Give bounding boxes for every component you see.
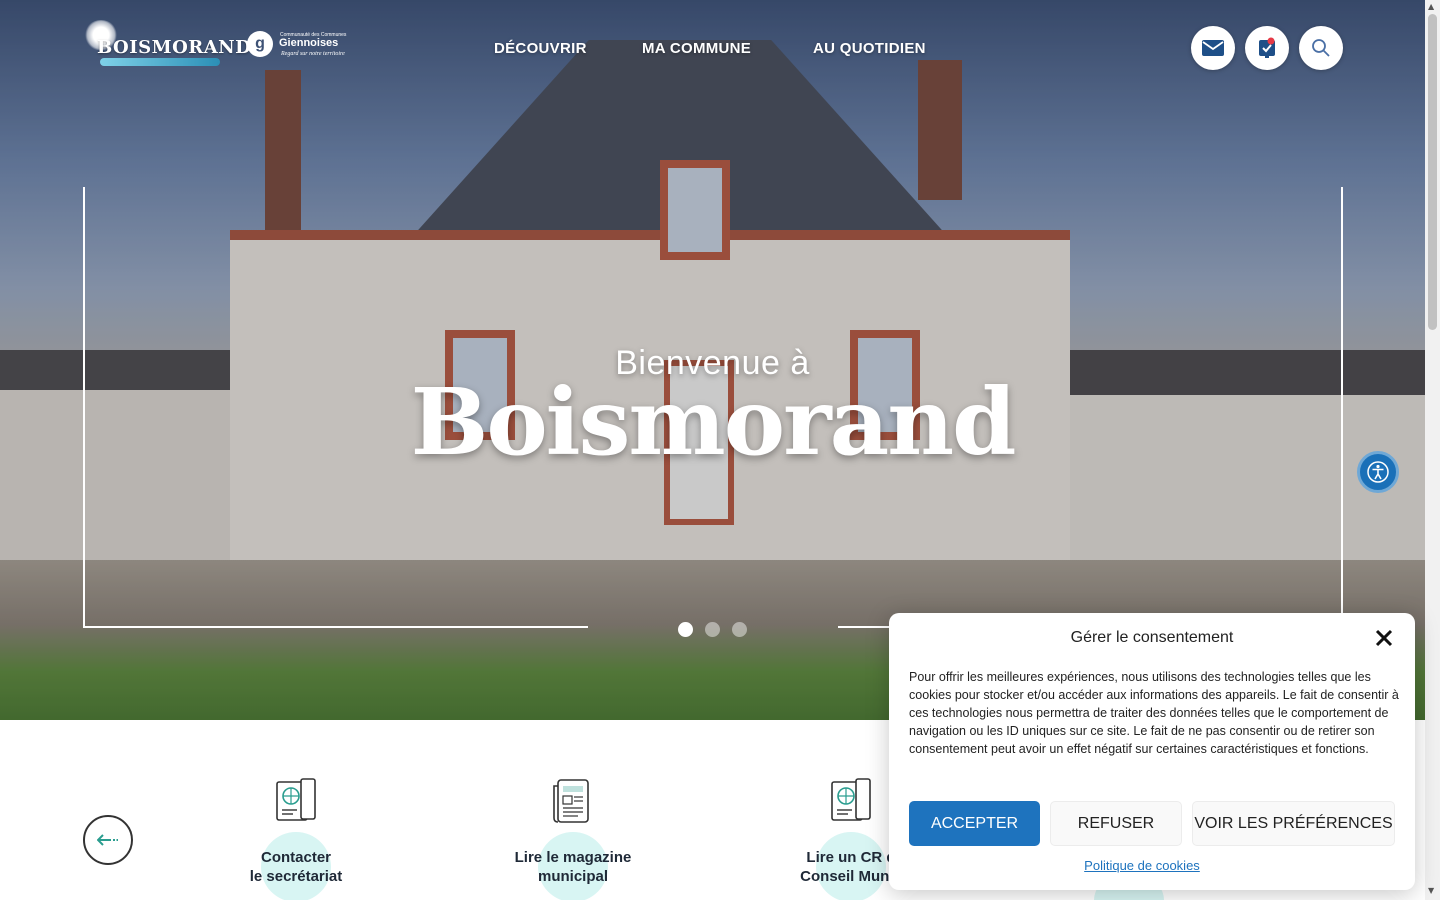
nav-decouvrir[interactable]: DÉCOUVRIR <box>494 40 587 57</box>
quick-link-label: Lire le magazine <box>514 849 632 866</box>
accessibility-button[interactable] <box>1357 451 1399 493</box>
nav-ma-commune[interactable]: MA COMMUNE <box>642 40 751 57</box>
logo-wave <box>100 58 220 66</box>
accept-button[interactable]: ACCEPTER <box>909 801 1040 846</box>
close-icon[interactable] <box>1373 627 1395 649</box>
arrow-left-icon <box>97 834 118 846</box>
refuse-button[interactable]: REFUSER <box>1050 801 1182 846</box>
slider-dot-active[interactable] <box>678 622 693 637</box>
quick-link-contact[interactable]: Contacter le secrétariat <box>196 778 396 900</box>
search-button[interactable] <box>1299 26 1343 70</box>
cookie-consent-dialog: Gérer le consentement Pour offrir les me… <box>889 613 1415 890</box>
report-icon <box>831 778 871 821</box>
quick-link-label: le secrétariat <box>249 868 343 885</box>
contact-form-icon <box>276 778 316 821</box>
survey-icon <box>1259 37 1275 58</box>
quick-link-label: Contacter <box>260 849 331 866</box>
consent-body: Pour offrir les meilleures expériences, … <box>909 670 1399 756</box>
frame-line <box>838 626 890 628</box>
partner-logo-tagline: Regard sur notre territoire <box>281 51 345 57</box>
accessibility-icon <box>1367 461 1389 483</box>
newspaper-icon <box>553 779 589 823</box>
consent-title: Gérer le consentement <box>1070 629 1234 646</box>
carousel-prev-button[interactable] <box>83 815 133 865</box>
mail-button[interactable] <box>1191 26 1235 70</box>
frame-line <box>83 626 588 628</box>
quick-link-magazine[interactable]: Lire le magazine municipal <box>473 778 673 900</box>
search-icon <box>1312 39 1330 57</box>
quick-link-label: municipal <box>537 868 608 885</box>
hero-title: Boismorand <box>410 368 1017 476</box>
slider-dot[interactable] <box>732 622 747 637</box>
nav-au-quotidien[interactable]: AU QUOTIDIEN <box>813 40 926 57</box>
slider-dot[interactable] <box>705 622 720 637</box>
site-logo[interactable]: BOISMORAND <box>97 37 251 58</box>
scrollbar-thumb[interactable] <box>1428 14 1437 330</box>
scroll-up-arrow-icon[interactable]: ▲ <box>1428 2 1434 11</box>
survey-button[interactable] <box>1245 26 1289 70</box>
cookie-policy-link[interactable]: Politique de cookies <box>889 858 1395 873</box>
preferences-button[interactable]: VOIR LES PRÉFÉRENCES <box>1192 801 1395 846</box>
mail-icon <box>1202 40 1224 56</box>
partner-logo-icon[interactable]: g <box>247 31 273 57</box>
partner-logo-name: Giennoises <box>279 37 339 49</box>
scroll-down-arrow-icon[interactable]: ▼ <box>1428 886 1434 895</box>
